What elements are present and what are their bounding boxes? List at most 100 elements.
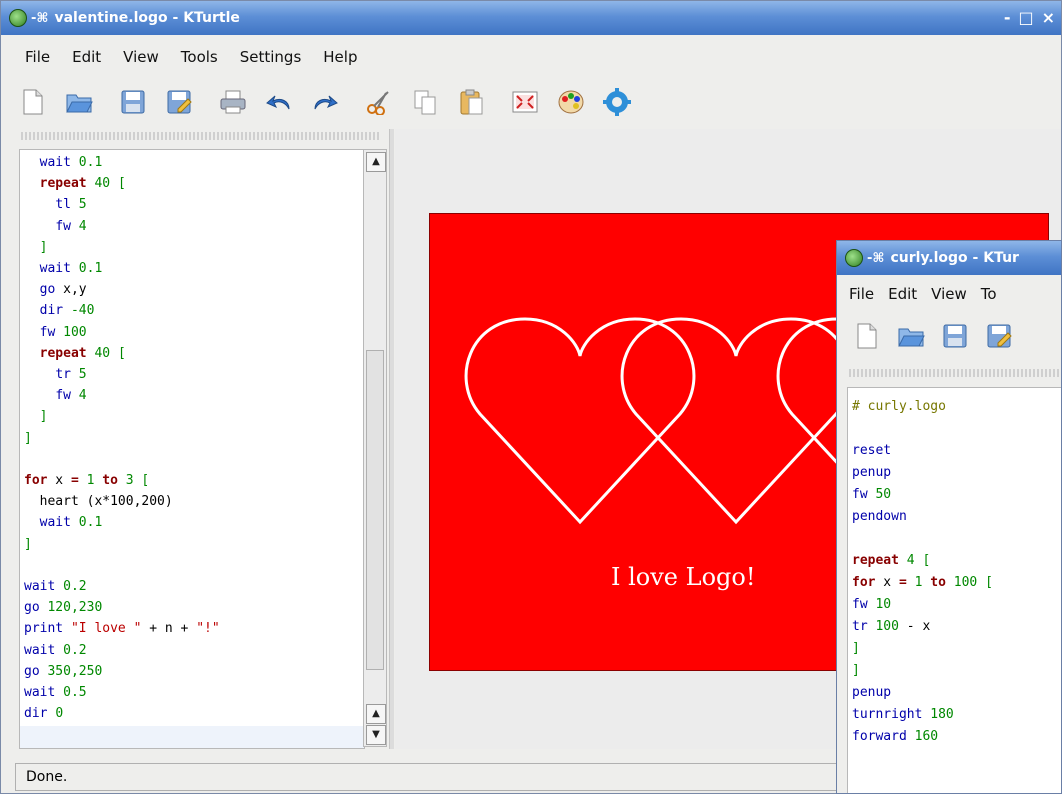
code-line[interactable]: dir -40 [24,300,364,321]
open-folder-icon[interactable] [65,88,93,116]
code-line[interactable]: dir 0 [24,703,364,724]
code-line[interactable]: fw 4 [24,216,364,237]
save-icon[interactable] [119,88,147,116]
code-line[interactable]: for x = 1 to 100 [ [852,572,1061,594]
second-titlebar[interactable]: -⌘ curly.logo - KTur [837,241,1061,275]
close-button[interactable]: × [1042,8,1055,27]
code-line[interactable]: repeat 4 [ [852,550,1061,572]
code-line[interactable]: wait 0.1 [24,512,364,533]
save-as-icon[interactable] [165,88,193,116]
code-line[interactable]: ] [24,428,364,449]
code-line[interactable]: fw 4 [24,385,364,406]
pin-icon[interactable]: -⌘ [867,251,884,266]
print-icon[interactable] [219,88,247,116]
scroll-up-button[interactable]: ▲ [366,152,386,172]
menu-help[interactable]: Help [323,48,357,66]
code-line[interactable]: tr 100 - x [852,616,1061,638]
code-line[interactable]: fw 100 [24,322,364,343]
editor-scrollbar[interactable]: ▲ ▲ ▼ [363,149,387,747]
code-token: tl [55,197,71,213]
menu-tools[interactable]: Tools [181,48,218,66]
editor-grip[interactable] [849,369,1061,377]
code-line[interactable]: fw 10 [852,594,1061,616]
menu-file[interactable]: File [849,285,874,303]
code-token: 0.2 [63,642,87,658]
new-file-icon[interactable] [19,88,47,116]
code-editor[interactable]: wait 0.1 repeat 40 [ tl 5 fw 4 ] wait 0.… [19,149,365,749]
code-line[interactable]: repeat 40 [ [24,173,364,194]
copy-icon[interactable] [411,88,439,116]
undo-icon[interactable] [265,88,293,116]
menu-edit[interactable]: Edit [888,285,917,303]
turtle-app-icon[interactable] [9,9,27,27]
scroll-up-button-bottom[interactable]: ▲ [366,704,386,724]
code-line[interactable] [852,418,1061,440]
code-line[interactable]: ] [852,660,1061,682]
code-line[interactable]: ] [852,638,1061,660]
code-editor[interactable]: # curly.logo reset penup fw 50 pendown repe… [847,387,1061,793]
code-line[interactable]: fw 50 [852,484,1061,506]
code-token: x,y [55,282,87,298]
code-token: ] [39,239,48,255]
code-line[interactable]: wait 0.2 [24,640,364,661]
save-as-icon[interactable] [985,322,1013,350]
code-line[interactable]: tr 5 [24,364,364,385]
code-line[interactable]: wait 0.5 [24,682,364,703]
code-line[interactable]: penup [852,682,1061,704]
menu-edit[interactable]: Edit [72,48,101,66]
menu-tools[interactable]: To [981,285,997,303]
code-line[interactable] [852,528,1061,550]
code-line[interactable]: turnright 180 [852,704,1061,726]
code-line[interactable]: pendown [852,506,1061,528]
open-folder-icon[interactable] [897,322,925,350]
scroll-thumb[interactable] [366,350,384,670]
code-line[interactable] [24,555,364,576]
second-window[interactable]: -⌘ curly.logo - KTur File Edit View To #… [836,240,1062,794]
code-line[interactable]: ] [24,237,364,258]
editor-grip[interactable] [21,132,381,140]
menu-view[interactable]: View [123,48,159,66]
code-line[interactable]: ] [24,534,364,555]
settings-icon[interactable] [603,88,631,116]
code-line[interactable]: reset [852,440,1061,462]
paste-icon[interactable] [457,88,485,116]
main-titlebar[interactable]: -⌘ valentine.logo - KTurtle - □ × [1,1,1061,35]
menu-file[interactable]: File [25,48,50,66]
save-icon[interactable] [941,322,969,350]
code-line[interactable]: wait 0.1 [24,258,364,279]
turtle-app-icon[interactable] [845,249,863,267]
code-token: [ [141,473,150,489]
code-line[interactable]: for x = 1 to 3 [ [24,470,364,491]
pin-icon[interactable]: -⌘ [31,11,48,26]
new-file-icon[interactable] [853,322,881,350]
minimize-button[interactable]: - [1004,8,1011,27]
code-line[interactable]: print "I love " + n + "!" [24,618,364,639]
code-line[interactable]: penup [852,462,1061,484]
redo-icon[interactable] [311,88,339,116]
code-line[interactable]: # curly.logo [852,396,1061,418]
code-line[interactable]: wait 0.1 [24,152,364,173]
code-text[interactable]: # curly.logo reset penup fw 50 pendown repe… [848,388,1061,748]
code-line[interactable]: go 120,230 [24,597,364,618]
pane-splitter[interactable] [389,129,394,749]
code-line[interactable]: go x,y [24,279,364,300]
cut-icon[interactable] [365,88,393,116]
menu-settings[interactable]: Settings [240,48,302,66]
code-line[interactable] [24,449,364,470]
code-line[interactable]: heart (x*100,200) [24,491,364,512]
color-picker-icon[interactable] [557,88,585,116]
code-line[interactable]: forward 160 [852,726,1061,748]
fullscreen-icon[interactable] [511,88,539,116]
code-line[interactable]: repeat 40 [ [24,343,364,364]
code-line[interactable]: wait 0.2 [24,576,364,597]
code-line[interactable]: ] [24,406,364,427]
code-line[interactable]: go 350,250 [24,661,364,682]
code-text[interactable]: wait 0.1 repeat 40 [ tl 5 fw 4 ] wait 0.… [20,150,364,724]
maximize-button[interactable]: □ [1018,8,1033,27]
code-line[interactable]: tl 5 [24,194,364,215]
menu-view[interactable]: View [931,285,967,303]
scroll-down-button[interactable]: ▼ [366,725,386,745]
